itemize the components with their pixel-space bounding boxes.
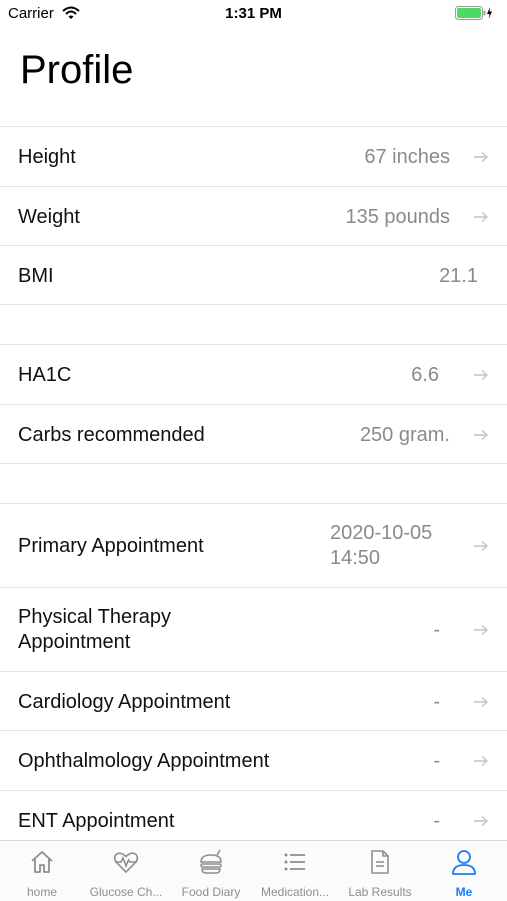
section-spacer — [0, 464, 507, 503]
row-value: - — [433, 619, 440, 641]
row-label: Primary Appointment — [18, 535, 204, 557]
weight-row[interactable]: Weight 135 pounds — [0, 187, 507, 246]
row-label-line2: Appointment — [18, 631, 131, 653]
person-icon — [452, 850, 476, 875]
row-label: Cardiology Appointment — [18, 691, 231, 713]
row-value: - — [433, 691, 440, 713]
home-icon — [31, 851, 53, 873]
tab-label: home — [26, 885, 58, 899]
row-label: Weight — [18, 206, 80, 228]
section-spacer — [0, 305, 507, 344]
row-value: - — [433, 810, 440, 832]
tab-bar: home Glucose Ch... Food Diary Medication… — [0, 840, 507, 901]
lab-metrics-group: HA1C 6.6 Carbs recommended 250 gram. — [0, 344, 507, 464]
appointment-time: 14:50 — [330, 547, 381, 569]
arrow-right-icon — [474, 369, 489, 381]
status-bar: Carrier 1:31 PM — [0, 0, 507, 28]
tab-glucose-chart[interactable]: Glucose Ch... — [84, 841, 168, 901]
tab-lab-results[interactable]: Lab Results — [338, 841, 422, 901]
row-label: ENT Appointment — [18, 810, 175, 832]
arrow-right-icon — [474, 815, 489, 827]
arrow-right-icon — [474, 429, 489, 441]
document-icon — [371, 850, 389, 874]
row-value: - — [433, 750, 440, 772]
list-icon — [284, 853, 305, 871]
row-label: BMI — [18, 265, 54, 287]
tab-label: Glucose Ch... — [89, 885, 163, 899]
body-metrics-group: Height 67 inches Weight 135 pounds BMI 2… — [0, 126, 507, 305]
tab-food-diary[interactable]: Food Diary — [169, 841, 253, 901]
arrow-right-icon — [474, 540, 489, 552]
arrow-right-icon — [474, 151, 489, 163]
arrow-right-icon — [474, 755, 489, 767]
appointments-group: Primary Appointment 2020-10-05 14:50 Phy… — [0, 503, 507, 850]
physical-therapy-appointment-row[interactable]: Physical Therapy Appointment - — [0, 588, 507, 672]
row-value: 6.6 — [411, 364, 439, 386]
row-label: Height — [18, 146, 76, 168]
arrow-right-icon — [474, 211, 489, 223]
cardiology-appointment-row[interactable]: Cardiology Appointment - — [0, 672, 507, 731]
battery-icon — [455, 6, 492, 20]
clock-time: 1:31 PM — [225, 5, 282, 22]
row-label: Carbs recommended — [18, 424, 205, 446]
ophthalmology-appointment-row[interactable]: Ophthalmology Appointment - — [0, 731, 507, 791]
tab-home[interactable]: home — [0, 841, 84, 901]
profile-list: Height 67 inches Weight 135 pounds BMI 2… — [0, 126, 507, 850]
arrow-right-icon — [474, 624, 489, 636]
primary-appointment-row[interactable]: Primary Appointment 2020-10-05 14:50 — [0, 504, 507, 588]
food-icon — [200, 849, 222, 874]
row-value: 67 inches — [364, 146, 450, 168]
tab-label: Food Diary — [181, 885, 241, 899]
tab-medication[interactable]: Medication... — [253, 841, 337, 901]
row-value: 135 pounds — [345, 206, 450, 228]
appointment-date: 2020-10-05 — [330, 522, 433, 544]
carbs-recommended-row[interactable]: Carbs recommended 250 gram. — [0, 405, 507, 464]
height-row[interactable]: Height 67 inches — [0, 127, 507, 187]
tab-label: Lab Results — [348, 885, 412, 899]
bmi-row: BMI 21.1 — [0, 246, 507, 305]
tab-label: Me — [455, 885, 473, 899]
arrow-right-icon — [474, 696, 489, 708]
tab-me[interactable]: Me — [422, 841, 506, 901]
heart-pulse-icon — [113, 852, 139, 874]
row-label: Ophthalmology Appointment — [18, 750, 270, 772]
row-value: 250 gram. — [359, 424, 450, 446]
row-value: 21.1 — [439, 265, 478, 287]
tab-label: Medication... — [260, 885, 330, 899]
ha1c-row[interactable]: HA1C 6.6 — [0, 345, 507, 405]
row-label-line1: Physical Therapy — [18, 606, 172, 628]
page-title: Profile — [20, 48, 134, 92]
row-label: HA1C — [18, 364, 72, 386]
